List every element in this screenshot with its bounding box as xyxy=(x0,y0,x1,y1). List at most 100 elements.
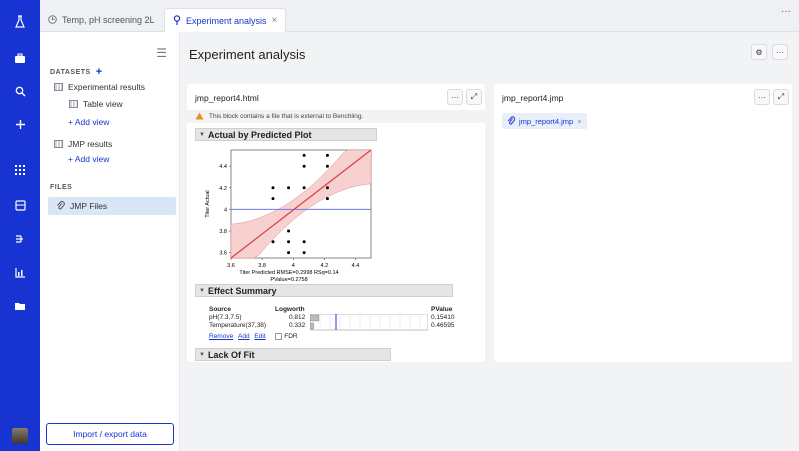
logworth-cell: 0.812 xyxy=(289,314,306,321)
add-dataset-button[interactable]: + xyxy=(96,66,103,78)
pin-icon xyxy=(173,14,181,27)
x-tick-label: 4 xyxy=(292,263,295,269)
remove-file-icon[interactable]: × xyxy=(577,117,581,126)
data-point xyxy=(325,197,329,201)
tab-label: Experiment analysis xyxy=(186,15,267,26)
panel-title: jmp_report4.jmp xyxy=(502,93,564,103)
menu-icon[interactable]: ☰ xyxy=(156,46,167,60)
sidebar-item-label: Table view xyxy=(83,99,123,109)
data-point xyxy=(271,197,275,201)
y-tick-label: 3.8 xyxy=(219,229,227,235)
plus-icon[interactable] xyxy=(0,114,40,134)
section-title: Effect Summary xyxy=(207,285,277,296)
plot-caption: PValue=0.2758 xyxy=(270,277,307,283)
main-content: Experiment analysis ⚙ ··· jmp_report4.ht… xyxy=(181,32,799,451)
sidebar-item-jmp-files-inner: JMP Files xyxy=(56,200,107,212)
gear-icon[interactable]: ⚙ xyxy=(751,44,767,60)
data-point xyxy=(302,186,306,190)
effect-summary-header[interactable]: ▼ Effect Summary xyxy=(195,284,453,297)
add-view-button[interactable]: + Add view xyxy=(68,154,109,164)
bar-chart-icon[interactable] xyxy=(0,262,40,282)
table-icon xyxy=(69,100,78,108)
data-point xyxy=(325,153,329,157)
tab-experiment-analysis[interactable]: Experiment analysis × xyxy=(164,8,287,32)
storage-icon[interactable] xyxy=(0,195,40,215)
file-chip-label: jmp_report4.jmp xyxy=(519,116,574,126)
sidebar-item-label: Experimental results xyxy=(68,82,146,92)
flask-logo-icon[interactable] xyxy=(0,12,40,32)
x-tick-label: 3.8 xyxy=(258,263,266,269)
fdr-label: FDR xyxy=(284,333,298,341)
logworth-header: Logworth xyxy=(275,306,305,313)
y-tick-label: 4.2 xyxy=(219,186,227,192)
y-tick-label: 4.4 xyxy=(219,164,227,170)
briefcase-icon[interactable] xyxy=(0,48,40,68)
add-link[interactable]: Add xyxy=(238,333,250,340)
file-chip[interactable]: jmp_report4.jmp × xyxy=(502,113,587,129)
data-point xyxy=(325,164,329,168)
data-point xyxy=(302,240,306,244)
apps-grid-icon[interactable] xyxy=(0,160,40,180)
logworth-bar-chart xyxy=(310,314,428,331)
import-export-button[interactable]: Import / export data xyxy=(46,423,174,445)
data-point xyxy=(287,229,291,233)
page-title: Experiment analysis xyxy=(189,47,306,62)
workflow-icon[interactable] xyxy=(0,229,40,249)
files-heading: FILES xyxy=(50,184,73,191)
more-options-button[interactable]: ··· xyxy=(754,89,770,105)
clock-icon xyxy=(48,14,57,26)
data-point xyxy=(287,251,291,255)
pvalue-header: PValue xyxy=(431,306,453,313)
edit-link[interactable]: Edit xyxy=(254,333,265,340)
logworth-bar xyxy=(310,322,314,330)
sidebar-item-experimental-results[interactable]: Experimental results xyxy=(54,82,145,92)
tab-bar: Temp, pH screening 2L Experiment analysi… xyxy=(40,0,799,32)
section-title: Lack Of Fit xyxy=(207,349,255,360)
remove-link[interactable]: Remove xyxy=(209,333,233,340)
source-cell: pH(7.3,7.5) xyxy=(209,314,242,321)
external-file-warning: This block contains a file that is exter… xyxy=(187,110,485,123)
data-point xyxy=(325,186,329,190)
search-icon[interactable] xyxy=(0,81,40,101)
pvalue-cell: 0.15410 xyxy=(431,314,455,321)
paperclip-icon xyxy=(507,115,516,127)
y-axis-label: Titer Actual xyxy=(205,190,211,217)
avatar[interactable] xyxy=(0,427,40,445)
sidebar-item-jmp-results[interactable]: JMP results xyxy=(54,139,112,149)
expand-icon[interactable]: ⤢ xyxy=(466,89,482,105)
data-point xyxy=(302,164,306,168)
close-icon[interactable]: × xyxy=(272,15,278,26)
actual-by-predicted-plot: 3.6 3.8 4 4.2 4.4 3.6 3.8 4 4.2 4.4 Titer Actual Ti… xyxy=(205,149,372,283)
sidebar-item-jmp-files[interactable]: JMP Files xyxy=(48,197,176,215)
lack-of-fit-header[interactable]: ▼ Lack Of Fit xyxy=(195,348,391,361)
expand-icon[interactable]: ⤢ xyxy=(773,89,789,105)
actual-by-predicted-header[interactable]: ▼ Actual by Predicted Plot xyxy=(195,128,377,141)
logworth-bar xyxy=(310,314,320,322)
folder-icon[interactable] xyxy=(0,296,40,316)
x-tick-label: 4.2 xyxy=(321,263,329,269)
jmp-file-panel: jmp_report4.jmp ··· ⤢ jmp_report4.jmp × xyxy=(494,84,792,362)
table-icon xyxy=(54,140,63,148)
warning-text: This block contains a file that is exter… xyxy=(209,113,364,120)
table-icon xyxy=(54,83,63,91)
collapse-triangle-icon: ▼ xyxy=(199,287,205,294)
sidebar-item-table-view[interactable]: Table view xyxy=(69,99,123,109)
more-options-button[interactable]: ··· xyxy=(772,44,788,60)
add-view-button[interactable]: + Add view xyxy=(68,117,109,127)
warning-icon xyxy=(195,112,204,122)
more-options-button[interactable]: ··· xyxy=(447,89,463,105)
tab-label: Temp, pH screening 2L xyxy=(62,15,155,25)
more-tabs-button[interactable]: ··· xyxy=(781,6,791,17)
fdr-checkbox[interactable] xyxy=(275,333,283,340)
source-header: Source xyxy=(209,306,232,313)
logworth-cell: 0.332 xyxy=(289,322,306,329)
sidebar-item-label: JMP results xyxy=(68,139,113,149)
tab-temp-ph-screening[interactable]: Temp, pH screening 2L xyxy=(40,8,163,32)
x-tick-label: 4.4 xyxy=(352,263,360,269)
sidebar-item-label: JMP Files xyxy=(70,201,108,211)
x-tick-label: 3.6 xyxy=(227,263,235,269)
sidebar: ☰ DATASETS + Experimental results Table … xyxy=(40,32,180,451)
datasets-label: DATASETS xyxy=(50,68,91,76)
data-point xyxy=(271,240,275,244)
data-point xyxy=(287,240,291,244)
